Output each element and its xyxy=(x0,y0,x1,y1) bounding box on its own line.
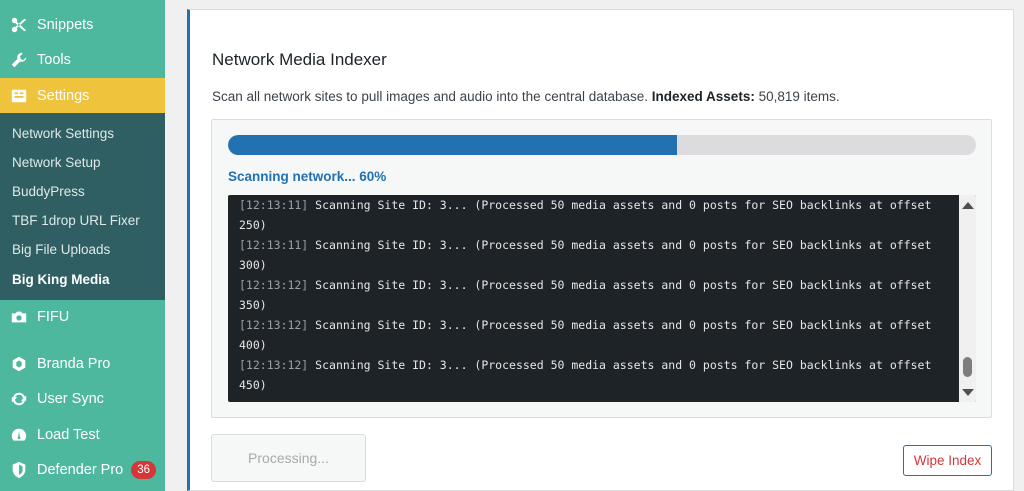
log-output: [12:13:11] Scanning Site ID: 3... (Proce… xyxy=(239,195,949,395)
settings-submenu: Network Settings Network Setup BuddyPres… xyxy=(0,113,165,300)
camera-icon xyxy=(9,307,29,327)
menu-label: Snippets xyxy=(37,16,94,33)
menu-item-load-test[interactable]: Load Test xyxy=(0,417,165,452)
indexed-label: Indexed Assets: xyxy=(651,89,755,104)
menu-label: Settings xyxy=(37,87,90,104)
processing-button[interactable]: Processing... xyxy=(211,434,366,482)
shield-icon xyxy=(9,460,29,480)
log-timestamp: [12:13:11] xyxy=(239,198,309,212)
log-message: Scanning Site ID: 3... (Processed 50 med… xyxy=(239,278,939,312)
submenu-network-settings[interactable]: Network Settings xyxy=(12,126,114,141)
menu-item-settings[interactable]: Settings xyxy=(0,78,165,113)
status-text: Scanning network... 60% xyxy=(228,169,387,184)
scroll-up-arrow-icon[interactable] xyxy=(962,202,974,209)
log-line: [12:13:12] Scanning Site ID: 3... (Proce… xyxy=(239,355,949,395)
submenu-big-king-media[interactable]: Big King Media xyxy=(12,272,110,287)
wrench-icon xyxy=(9,50,29,70)
menu-label: Defender Pro xyxy=(37,461,124,478)
scissors-icon xyxy=(9,15,29,35)
submenu-big-file-uploads[interactable]: Big File Uploads xyxy=(12,242,110,257)
menu-item-tools[interactable]: Tools xyxy=(0,42,165,77)
scrollbar[interactable] xyxy=(959,195,976,402)
settings-icon xyxy=(9,86,29,106)
menu-label: Tools xyxy=(37,51,71,68)
gauge-icon xyxy=(9,425,29,445)
progress-bar-fill xyxy=(228,135,677,155)
log-line: [12:13:12] Scanning Site ID: 3... (Proce… xyxy=(239,275,949,315)
menu-label: Load Test xyxy=(37,426,100,443)
menu-item-snippets[interactable]: Snippets xyxy=(0,7,165,42)
menu-item-defender-pro[interactable]: Defender Pro 36 xyxy=(0,452,165,487)
log-message: Scanning Site ID: 3... (Processed 50 med… xyxy=(239,318,939,352)
menu-label: FIFU xyxy=(37,308,70,325)
menu-item-user-sync[interactable]: User Sync xyxy=(0,381,165,416)
log-timestamp: [12:13:11] xyxy=(239,238,309,252)
indexed-value: 50,819 items. xyxy=(758,89,840,104)
scroll-down-arrow-icon[interactable] xyxy=(962,389,974,396)
log-line: [12:13:11] Scanning Site ID: 3... (Proce… xyxy=(239,195,949,235)
submenu-url-fixer[interactable]: TBF 1drop URL Fixer xyxy=(12,213,140,228)
menu-item-branda-pro[interactable]: Branda Pro xyxy=(0,346,165,381)
log-timestamp: [12:13:12] xyxy=(239,278,309,292)
log-timestamp: [12:13:12] xyxy=(239,358,309,372)
log-message: Scanning Site ID: 3... (Processed 50 med… xyxy=(239,238,939,272)
notification-badge: 36 xyxy=(131,460,157,479)
menu-label: Branda Pro xyxy=(37,355,111,372)
menu-item-fifu[interactable]: FIFU xyxy=(0,299,165,334)
log-line: [12:13:11] Scanning Site ID: 3... (Proce… xyxy=(239,235,949,275)
scrollbar-thumb[interactable] xyxy=(963,357,972,377)
branda-icon xyxy=(9,354,29,374)
submenu-buddypress[interactable]: BuddyPress xyxy=(12,184,85,199)
log-line: [12:13:12] Scanning Site ID: 3... (Proce… xyxy=(239,315,949,355)
log-timestamp: [12:13:12] xyxy=(239,318,309,332)
admin-sidebar: Snippets Tools Settings Network Settings… xyxy=(0,0,165,491)
submenu-network-setup[interactable]: Network Setup xyxy=(12,155,101,170)
log-message: Scanning Site ID: 3... (Processed 50 med… xyxy=(239,358,939,392)
log-message: Scanning Site ID: 3... (Processed 50 med… xyxy=(239,198,939,232)
sync-icon xyxy=(9,389,29,409)
log-console[interactable]: [12:13:11] Scanning Site ID: 3... (Proce… xyxy=(228,195,976,402)
menu-label: User Sync xyxy=(37,390,104,407)
page-title: Network Media Indexer xyxy=(212,50,387,69)
progress-bar xyxy=(228,135,976,155)
description: Scan all network sites to pull images an… xyxy=(212,89,840,104)
description-text: Scan all network sites to pull images an… xyxy=(212,89,649,104)
wipe-index-button[interactable]: Wipe Index xyxy=(903,445,992,476)
